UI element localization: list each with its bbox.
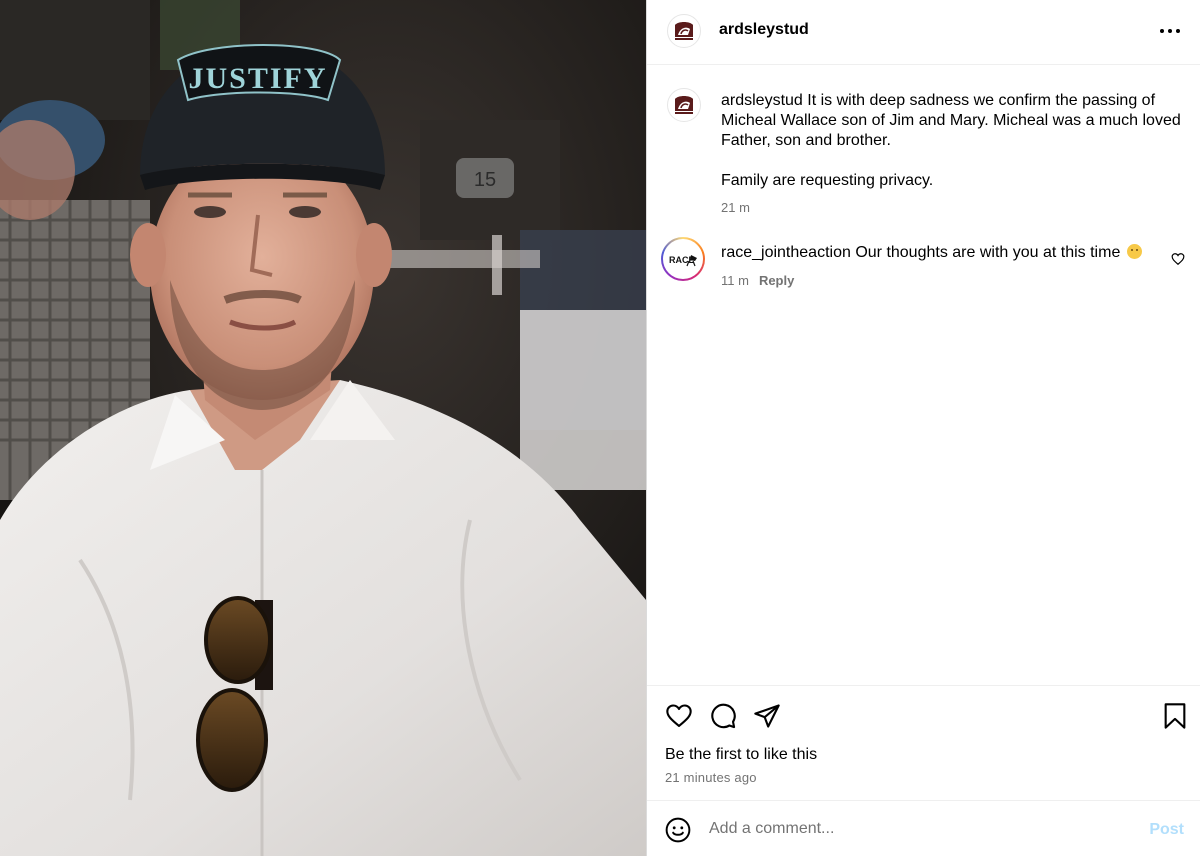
likes-summary[interactable]: Be the first to like this [665,746,817,764]
caption-second-paragraph: Family are requesting privacy. [721,172,934,189]
post-header: ardsleystud [647,0,1200,65]
comment-heart-icon[interactable] [1171,252,1185,266]
emoji-icon[interactable] [665,817,691,843]
more-dot [1168,29,1172,33]
post-photo[interactable]: 15 JUSTIFY [0,0,646,856]
more-dot [1160,29,1164,33]
caption-timestamp[interactable]: 21 m [721,200,750,215]
caption-first-paragraph: ardsleystud It is with deep sadness we c… [721,91,1187,151]
comment-input[interactable] [709,817,1129,841]
comment-body: race_jointheaction Our thoughts are with… [721,243,1171,263]
commenter-username[interactable]: race_jointheaction [721,244,851,261]
comment-meta: 11 m Reply [721,273,794,288]
race-logo: RACE [669,255,697,267]
cap-logo-text: JUSTIFY [188,62,327,95]
share-icon[interactable] [753,702,781,730]
photo-illustration: 15 JUSTIFY [0,0,646,856]
comment-text: Our thoughts are with you at this time [850,244,1125,261]
action-bar [647,685,1200,729]
comment-timestamp[interactable]: 11 m [721,273,749,288]
commenter-avatar-inner: RACE [663,239,703,279]
post-time-ago[interactable]: 21 minutes ago [665,770,757,785]
post-sidebar: ardsleystud ardsleystud It is with deep … [646,0,1200,856]
commenter-avatar[interactable]: RACE [661,237,705,281]
post-comment-button[interactable]: Post [1149,821,1184,839]
more-options-icon[interactable] [1160,29,1180,35]
caption-author-avatar[interactable] [667,88,701,122]
add-comment-bar: Post [647,800,1200,856]
ardsley-stud-logo [675,22,693,40]
comment-icon[interactable] [709,702,737,730]
ardsley-stud-logo [675,96,693,114]
reply-button[interactable]: Reply [759,273,794,288]
author-avatar[interactable] [667,14,701,48]
author-username[interactable]: ardsleystud [719,21,809,39]
crying-face-emoji-icon [1126,244,1142,259]
caption-username[interactable]: ardsleystud [721,92,803,109]
instagram-post-modal: 15 JUSTIFY ardsleystud ardsleystud It is… [0,0,1200,856]
table-number-text: 15 [474,169,496,191]
bookmark-icon[interactable] [1161,702,1189,730]
heart-icon[interactable] [665,702,693,730]
more-dot [1176,29,1180,33]
post-caption: ardsleystud It is with deep sadness we c… [721,91,1187,191]
